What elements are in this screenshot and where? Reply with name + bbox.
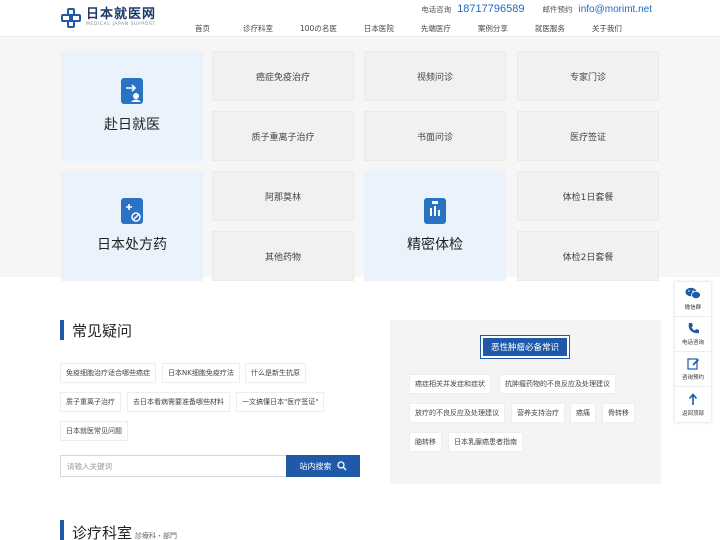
faq-title-bar [60, 320, 64, 340]
phone-number[interactable]: 18717796589 [457, 3, 524, 15]
knowledge-tag[interactable]: 脑转移 [409, 432, 442, 452]
arrow-up-icon [688, 392, 698, 405]
departments-title-bar [60, 520, 64, 540]
service-tile-checkup-2day[interactable]: 体检2日套餐 [517, 231, 659, 281]
float-wechat[interactable]: 微信群 [675, 282, 711, 317]
phone-icon [688, 323, 699, 334]
faq-tag[interactable]: 什么是新生抗原 [245, 363, 306, 383]
main-nav: 首页 诊疗科室 100の名医 日本医院 先端医疗 案例分享 就医服务 关于我们 [195, 23, 622, 34]
wechat-icon [685, 287, 701, 299]
nav-item-home[interactable]: 首页 [195, 23, 210, 34]
search-button[interactable]: 站内搜索 [286, 455, 360, 477]
faq-tag[interactable]: 免疫细胞治疗适合哪些癌症 [60, 363, 156, 383]
nav-item-hospitals[interactable]: 日本医院 [364, 23, 394, 34]
faq-tag[interactable]: 日本就医常见问题 [60, 421, 128, 441]
knowledge-tag[interactable]: 癌症相关并发症和症状 [409, 374, 491, 394]
knowledge-tag[interactable]: 日本乳腺癌患者指南 [448, 432, 523, 452]
service-tile-proton-therapy[interactable]: 质子重离子治疗 [212, 111, 354, 161]
faq-tag[interactable]: 质子重离子治疗 [60, 392, 121, 412]
float-phone[interactable]: 电话咨询 [675, 317, 711, 352]
service-tile-other-drugs[interactable]: 其他药物 [212, 231, 354, 281]
nav-item-doctors[interactable]: 100の名医 [300, 23, 337, 34]
float-booking[interactable]: 咨询预约 [675, 352, 711, 387]
knowledge-tag[interactable]: 癌痛 [570, 403, 596, 423]
search-input[interactable] [60, 455, 287, 477]
mail-label: 邮件预约 [542, 4, 573, 14]
faq-title: 常见疑问 [72, 322, 133, 340]
mail-address[interactable]: info@morimt.net [578, 4, 652, 15]
nav-item-services[interactable]: 就医服务 [535, 23, 565, 34]
float-label: 返回顶部 [681, 410, 704, 417]
search-button-label: 站内搜索 [299, 461, 332, 471]
service-card-label: 日本处方药 [97, 237, 167, 253]
faq-tag[interactable]: 日本NK细胞免疫疗法 [162, 363, 240, 383]
faq-tag[interactable]: 一文搞懂日本"医疗签证" [236, 392, 325, 412]
checkup-clipboard-icon [424, 198, 446, 224]
site-logo[interactable]: 日本就医网 MEDICAL JAPAN SUPPORT [60, 6, 156, 30]
service-card-label: 精密体检 [407, 237, 463, 253]
header-contact: 电话咨询 18717796589 邮件预约 info@morimt.net [421, 3, 652, 15]
knowledge-tag[interactable]: 营养支持治疗 [511, 403, 565, 423]
departments-title: 诊疗科室 [72, 524, 133, 540]
search-icon [336, 461, 346, 471]
service-tile-immunotherapy[interactable]: 癌症免疫治疗 [212, 51, 354, 101]
float-label: 微信群 [684, 305, 702, 311]
service-card-travel[interactable]: 赴日就医 [61, 51, 203, 161]
cancer-knowledge-title[interactable]: 恶性肿瘤必备常识 [480, 335, 570, 359]
faq-tag[interactable]: 去日本看病需要准备哪些材料 [127, 392, 230, 412]
nav-item-cases[interactable]: 案例分享 [478, 23, 508, 34]
knowledge-tag[interactable]: 放疗的不良反应及处理建议 [409, 403, 505, 423]
service-tile-specialist[interactable]: 专家门诊 [517, 51, 659, 101]
logo-title: 日本就医网 [86, 7, 157, 23]
service-tile-medical-visa[interactable]: 医疗签证 [517, 111, 659, 161]
float-label: 电话咨询 [681, 340, 704, 346]
service-tile-written-consult[interactable]: 书面问诊 [364, 111, 506, 161]
nav-item-departments[interactable]: 诊疗科室 [243, 23, 273, 34]
prescription-icon [121, 198, 143, 224]
floating-toolbar: 微信群 电话咨询 咨询预约 返回顶部 [675, 282, 711, 422]
nav-item-about[interactable]: 关于我们 [592, 23, 622, 34]
knowledge-tag[interactable]: 抗肿瘤药物的不良反应及处理建议 [499, 374, 616, 394]
service-tile-anamorelin[interactable]: 阿那莫林 [212, 171, 354, 221]
service-card-prescription[interactable]: 日本处方药 [61, 171, 203, 281]
service-card-checkup[interactable]: 精密体检 [364, 171, 506, 281]
edit-icon [686, 358, 699, 370]
service-tile-video-consult[interactable]: 视频问诊 [364, 51, 506, 101]
knowledge-tag[interactable]: 骨转移 [602, 403, 635, 423]
nav-item-advanced[interactable]: 先端医疗 [421, 23, 451, 34]
logo-subtitle: MEDICAL JAPAN SUPPORT [86, 22, 156, 28]
departments-subtitle: 診療科・部門 [135, 532, 177, 540]
float-back-to-top[interactable]: 返回顶部 [675, 387, 711, 422]
service-card-label: 赴日就医 [104, 117, 160, 133]
medical-travel-icon [121, 78, 143, 104]
medical-cross-icon [60, 7, 82, 29]
phone-label: 电话咨询 [421, 4, 452, 14]
float-label: 咨询预约 [681, 375, 704, 381]
site-header: 日本就医网 MEDICAL JAPAN SUPPORT 电话咨询 1871779… [0, 0, 720, 37]
service-tile-checkup-1day[interactable]: 体检1日套餐 [517, 171, 659, 221]
